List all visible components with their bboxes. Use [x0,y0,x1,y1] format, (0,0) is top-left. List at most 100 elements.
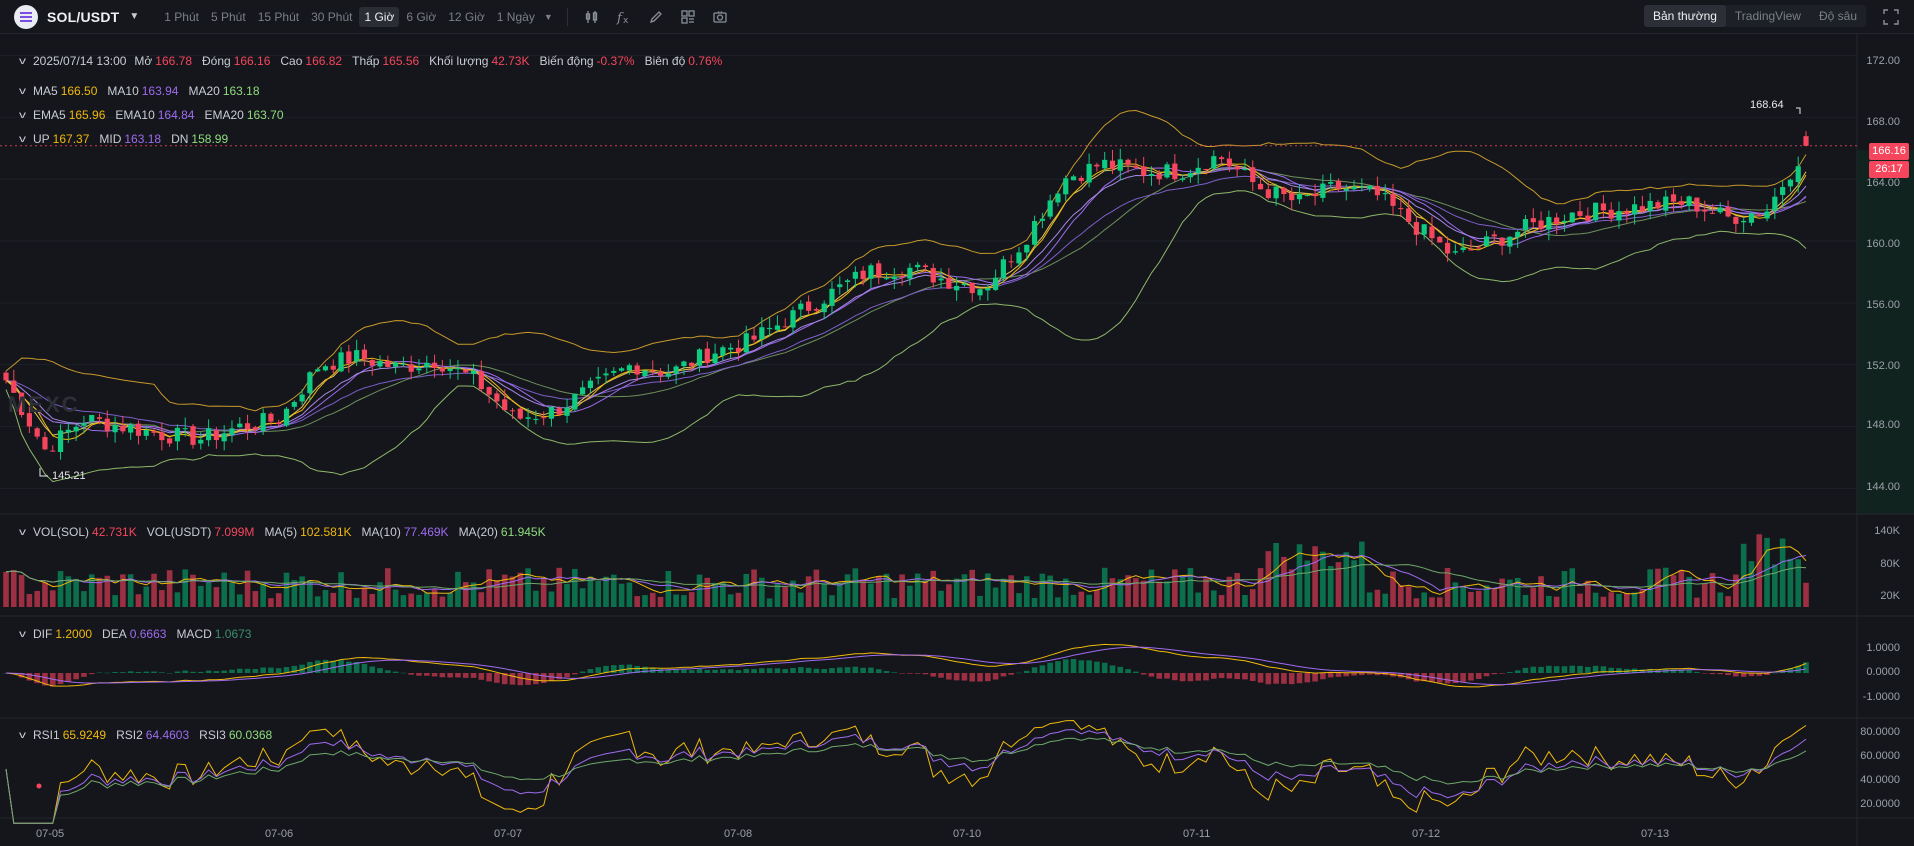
macd-histogram-bar [236,668,243,673]
macd-histogram-bar [907,673,913,674]
candle-body [642,370,648,377]
macd-histogram-bar [1265,673,1272,685]
candle-body [1452,251,1458,253]
candle-body [1538,220,1544,230]
candle-body [1359,186,1365,188]
candle-body [385,360,391,367]
volume-bar [416,594,422,607]
rsi-collapse-icon[interactable]: v [19,730,26,741]
candle-body [213,430,219,440]
chart-canvas[interactable] [0,0,1914,846]
candle-body [829,288,835,306]
volume-bar [618,583,625,607]
candle-body [315,369,321,372]
candle-body [564,407,570,416]
volume-bar [1148,569,1155,607]
candle-body [182,428,188,430]
candle-body [1468,249,1474,251]
volume-bar [603,576,609,607]
boll-collapse-icon[interactable]: v [19,134,26,145]
candle-body [1803,136,1809,146]
volume-bar [642,595,648,607]
candle-body [205,428,212,441]
vol-usdt-label: VOL(USDT) [146,525,212,539]
change-value: -0.37% [596,54,635,68]
candle-body [891,276,897,280]
vol-usdt-value: 7.099M [214,525,255,539]
volume-bar [1172,569,1178,607]
macd-histogram-bar [1148,673,1155,677]
candle-body [1203,168,1209,170]
candle-body [112,424,118,433]
volume-bar [330,592,337,607]
candle-body [899,275,905,277]
dif-line [5,643,1807,688]
macd-histogram-bar [1522,667,1529,673]
ma10-value: 163.94 [141,84,179,98]
candle-body [1733,216,1739,224]
macd-histogram-bar [1553,666,1560,673]
high-value: 166.82 [305,54,343,68]
volume-bar [236,594,243,607]
volume-bar [486,569,492,607]
candle-body [424,362,430,368]
volume-bar [977,595,983,607]
macd-histogram-bar [369,666,376,673]
volume-bar [260,583,266,607]
volume-bar [1592,592,1599,607]
candle-body [618,368,625,371]
macd-collapse-icon[interactable]: v [19,629,26,640]
date-tick: 07-07 [494,828,523,840]
ema10-line [5,167,1807,436]
macd-histogram-bar [1288,673,1295,685]
candle-body [1156,173,1162,180]
volume-bar [813,569,820,607]
vol-legend: v VOL(SOL) 42.731K VOL(USDT) 7.099M MA(5) 1… [19,525,556,539]
volume-bar [556,567,563,607]
volume-bar [844,574,851,607]
macd-histogram-bar [392,671,399,673]
candle-body [237,423,243,428]
macd-histogram-bar [1585,666,1591,673]
candle-body [416,368,422,371]
volume-bar [1468,591,1474,607]
ema-collapse-icon[interactable]: v [19,110,26,121]
vol-collapse-icon[interactable]: v [19,527,26,538]
macd-histogram-bar [1304,673,1311,683]
candle-body [837,284,843,288]
volume-bar [727,594,734,607]
volume-bar [205,581,212,607]
macd-histogram-bar [1701,673,1708,674]
volume-bar [182,569,189,607]
candle-body [431,362,438,369]
macd-histogram-bar [712,669,718,673]
ma5-line [5,163,1807,441]
ma-collapse-icon[interactable]: v [19,86,26,97]
macd-histogram-bar [891,672,898,673]
candle-body [128,424,134,433]
volume-bar [1452,582,1459,607]
volume-bar [829,595,835,607]
candle-body [1031,221,1038,245]
macd-histogram-bar [595,667,602,673]
macd-histogram-bar [447,673,453,678]
ohlc-collapse-icon[interactable]: v [19,56,26,67]
boll-dn-value: 158.99 [191,132,229,146]
macd-histogram-bar [860,667,866,673]
volume-bar [299,576,305,607]
candle-body [774,325,781,330]
macd-tick: 0.0000 [1866,666,1900,678]
price-tick: 160.00 [1866,238,1900,250]
volume-bar [852,568,859,607]
macd-histogram-bar [151,671,157,673]
volume-bar [1374,589,1381,607]
candle-body [751,335,757,340]
volume-bar [338,572,344,607]
macd-histogram-bar [1117,666,1124,673]
macd-histogram-bar [720,669,726,673]
macd-histogram-bar [774,668,781,673]
candle-body [1226,158,1232,167]
candle-body [89,415,95,422]
candle-body [338,352,344,372]
volume-bar [423,592,430,607]
